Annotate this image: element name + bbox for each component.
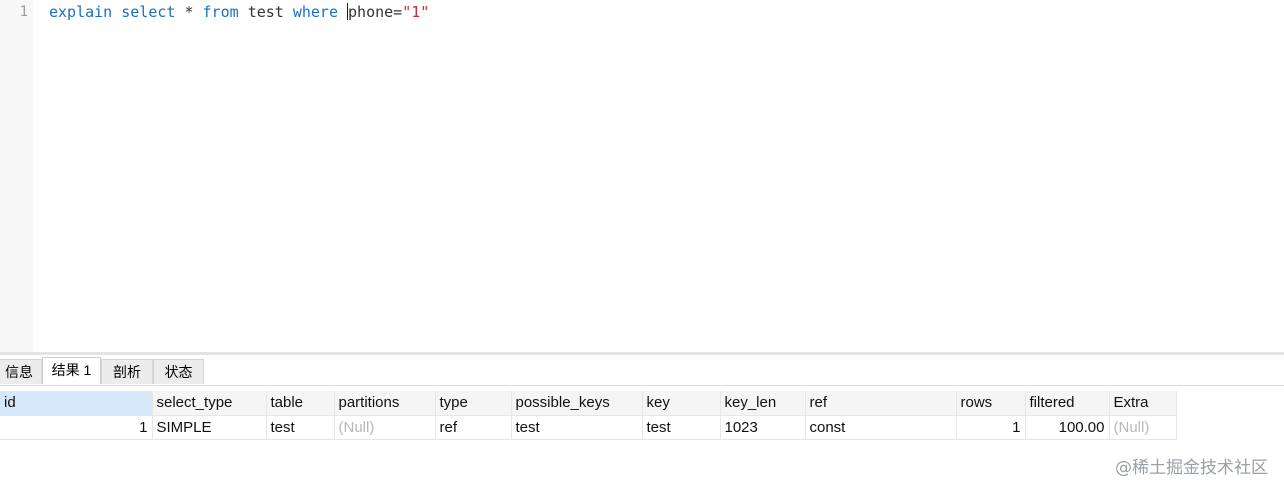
cell-key-len[interactable]: 1023 <box>720 415 806 440</box>
cell-extra[interactable]: (Null) <box>1109 415 1177 440</box>
keyword-where: where <box>292 3 338 21</box>
keyword-explain: explain <box>49 3 113 21</box>
column-header-extra[interactable]: Extra <box>1109 391 1177 416</box>
cell-type[interactable]: ref <box>435 415 512 440</box>
column-token: phone= <box>348 3 403 21</box>
column-header-id[interactable]: id <box>0 391 153 416</box>
column-header-filtered[interactable]: filtered <box>1025 391 1110 416</box>
column-header-key[interactable]: key <box>642 391 721 416</box>
cell-table[interactable]: test <box>266 415 335 440</box>
cell-ref[interactable]: const <box>805 415 957 440</box>
sql-editor[interactable]: 1 explain select * from test where phone… <box>0 0 1284 352</box>
column-header-partitions[interactable]: partitions <box>334 391 436 416</box>
cell-id[interactable]: 1 <box>0 415 153 440</box>
sql-code-line[interactable]: explain select * from test where phone="… <box>49 3 429 21</box>
table-token: test <box>247 3 284 21</box>
table-row[interactable]: 1 SIMPLE test (Null) ref test test 1023 … <box>0 415 1177 440</box>
column-header-key-len[interactable]: key_len <box>720 391 806 416</box>
keyword-from: from <box>202 3 239 21</box>
line-gutter: 1 <box>0 0 33 352</box>
header-row: id select_type table partitions type pos… <box>0 391 1177 416</box>
tab-result-1[interactable]: 结果 1 <box>42 357 101 384</box>
tab-info[interactable]: 信息 <box>0 359 42 384</box>
column-header-table[interactable]: table <box>266 391 335 416</box>
result-grid[interactable]: id select_type table partitions type pos… <box>0 391 1177 440</box>
column-header-possible-keys[interactable]: possible_keys <box>511 391 643 416</box>
string-literal: "1" <box>402 3 430 21</box>
column-header-select-type[interactable]: select_type <box>152 391 267 416</box>
tab-profile[interactable]: 剖析 <box>101 359 153 384</box>
keyword-select: select <box>121 3 176 21</box>
result-tabbar: 信息 结果 1 剖析 状态 <box>0 356 1284 386</box>
cell-select-type[interactable]: SIMPLE <box>152 415 267 440</box>
column-header-rows[interactable]: rows <box>956 391 1026 416</box>
cell-key[interactable]: test <box>642 415 721 440</box>
splitter[interactable] <box>0 352 1284 355</box>
cell-filtered[interactable]: 100.00 <box>1025 415 1110 440</box>
cell-rows[interactable]: 1 <box>956 415 1026 440</box>
cell-possible-keys[interactable]: test <box>511 415 643 440</box>
tab-status[interactable]: 状态 <box>153 359 204 384</box>
star-token: * <box>184 3 194 21</box>
watermark: @稀土掘金技术社区 <box>1115 458 1268 478</box>
line-number: 1 <box>19 4 28 20</box>
column-header-ref[interactable]: ref <box>805 391 957 416</box>
cell-partitions[interactable]: (Null) <box>334 415 436 440</box>
mysql-client-window: 1 explain select * from test where phone… <box>0 0 1284 492</box>
column-header-type[interactable]: type <box>435 391 512 416</box>
